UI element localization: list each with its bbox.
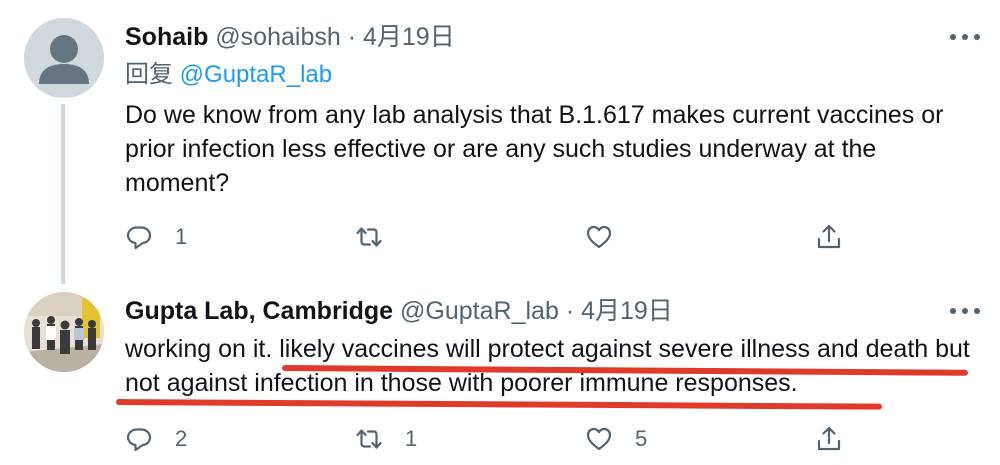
more-icon[interactable]: [950, 32, 980, 42]
tweet[interactable]: Sohaib @sohaibsh · 4月19日 回复 @GuptaR_lab …: [0, 0, 1000, 284]
like-count: 5: [635, 426, 648, 451]
heart-icon: [586, 427, 612, 451]
share-icon: [817, 224, 841, 249]
tweet-actions: 2 1 5: [125, 424, 855, 454]
reply-to-mention-link[interactable]: @GuptaR_lab: [180, 61, 332, 88]
like-button[interactable]: [585, 222, 635, 252]
display-name[interactable]: Gupta Lab, Cambridge: [125, 297, 393, 325]
share-button[interactable]: [815, 424, 843, 454]
display-name[interactable]: Sohaib: [125, 23, 208, 51]
tweet-date[interactable]: 4月19日: [363, 23, 455, 51]
reply-button[interactable]: 1: [125, 222, 187, 252]
default-profile-icon: [24, 18, 104, 98]
user-handle[interactable]: @sohaibsh: [215, 23, 340, 51]
tweet-header: Gupta Lab, Cambridge @GuptaR_lab · 4月19日: [125, 296, 673, 326]
retweet-button[interactable]: 1: [355, 424, 417, 454]
heart-icon: [586, 225, 612, 249]
reply-button[interactable]: 2: [125, 424, 187, 454]
tweet-header: Sohaib @sohaibsh · 4月19日: [125, 22, 455, 52]
retweet-count: 1: [405, 426, 418, 451]
more-icon[interactable]: [950, 306, 980, 316]
tweet-actions: 1: [125, 222, 855, 252]
retweet-button[interactable]: [355, 222, 405, 252]
user-handle[interactable]: @GuptaR_lab: [400, 297, 559, 325]
reply-count: 1: [175, 224, 188, 249]
tweet-text: Do we know from any lab analysis that B.…: [125, 101, 944, 197]
like-button[interactable]: 5: [585, 424, 647, 454]
avatar[interactable]: [24, 292, 104, 372]
reply-icon: [126, 428, 152, 452]
reply-count: 2: [175, 426, 188, 451]
retweet-icon: [356, 227, 382, 247]
avatar[interactable]: [24, 18, 104, 98]
thread-connector-line: [61, 104, 65, 284]
separator: ·: [565, 297, 575, 325]
share-icon: [817, 426, 841, 451]
reply-to-label: 回复: [125, 61, 173, 88]
separator: ·: [347, 23, 357, 51]
tweet-date[interactable]: 4月19日: [581, 297, 673, 325]
share-button[interactable]: [815, 222, 843, 252]
retweet-icon: [356, 429, 382, 449]
group-photo-avatar: [24, 292, 104, 372]
reply-to-line: 回复 @GuptaR_lab: [125, 60, 332, 90]
reply-icon: [126, 226, 152, 250]
